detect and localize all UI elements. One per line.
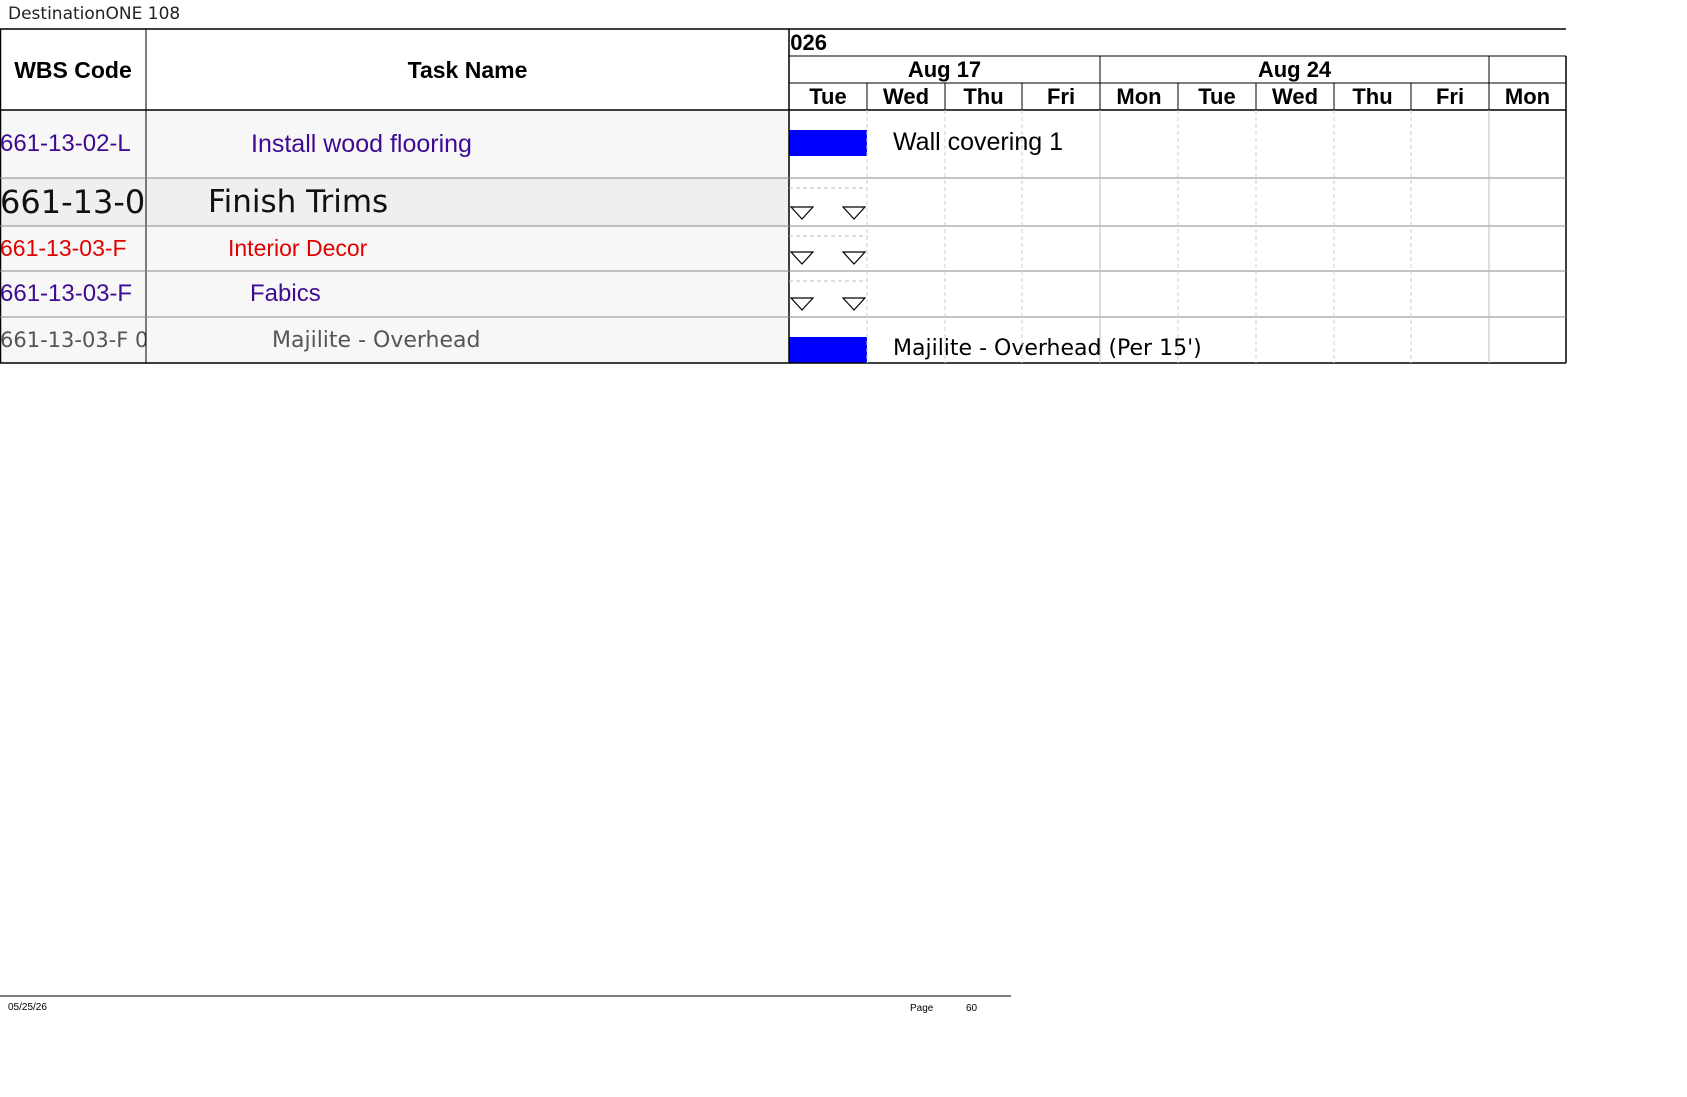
timeline-week-aug17: Aug 17 [907, 57, 982, 82]
task-wbs-code: 661-13-03-F [0, 280, 133, 307]
footer-page-label: Page [910, 1003, 934, 1014]
task-wbs-code: 661-13-03-F 0 [0, 328, 146, 352]
summary-start-marker-icon [790, 251, 814, 265]
timeline-day-wed: Wed [882, 84, 930, 109]
gantt-chart: WBS Code Task Name 2026 Aug 17 Aug 24 Tu… [0, 0, 1687, 400]
timeline-day-thu: Thu [963, 84, 1004, 109]
task-bar-label: Majilite - Overhead (Per 15') [893, 336, 1202, 361]
task-name: Install wood flooring [251, 129, 472, 158]
footer-rule [0, 995, 1011, 997]
task-bar[interactable] [789, 337, 867, 363]
task-wbs-code: 661-13-03 [0, 183, 146, 221]
timeline-day-tue: Tue [809, 84, 847, 109]
summary-start-marker-icon [790, 206, 814, 220]
timeline-day-fri: Fri [1435, 84, 1465, 109]
header-wbs-code: WBS Code [14, 56, 132, 83]
timeline-year: 2026 [789, 30, 849, 56]
timeline-year-text: 2026 [789, 30, 827, 55]
task-name: Finish Trims [208, 184, 389, 220]
summary-end-marker-icon [842, 206, 866, 220]
task-bar[interactable] [789, 130, 867, 156]
timeline-day-fri: Fri [1046, 84, 1076, 109]
timeline-week-aug24: Aug 24 [1257, 57, 1332, 82]
footer-date: 05/25/26 [8, 1002, 47, 1013]
summary-end-marker-icon [842, 297, 866, 311]
timeline-day-thu: Thu [1352, 84, 1393, 109]
timeline-day-wed: Wed [1271, 84, 1319, 109]
timeline-day-mon: Mon [1116, 84, 1162, 109]
footer-page-number: 60 [966, 1003, 978, 1014]
header-task-name: Task Name [407, 56, 528, 83]
summary-end-marker-icon [842, 251, 866, 265]
task-wbs-code: 661-13-03-F [0, 235, 127, 261]
summary-start-marker-icon [790, 297, 814, 311]
task-bar-label: Wall covering 1 [893, 128, 1063, 156]
task-name: Interior Decor [228, 235, 368, 261]
task-wbs-code: 661-13-02-L [0, 130, 131, 157]
timeline-day-tue: Tue [1198, 84, 1236, 109]
timeline-day-mon: Mon [1504, 84, 1551, 109]
task-name: Majilite - Overhead [272, 327, 481, 353]
task-name: Fabics [250, 280, 321, 307]
